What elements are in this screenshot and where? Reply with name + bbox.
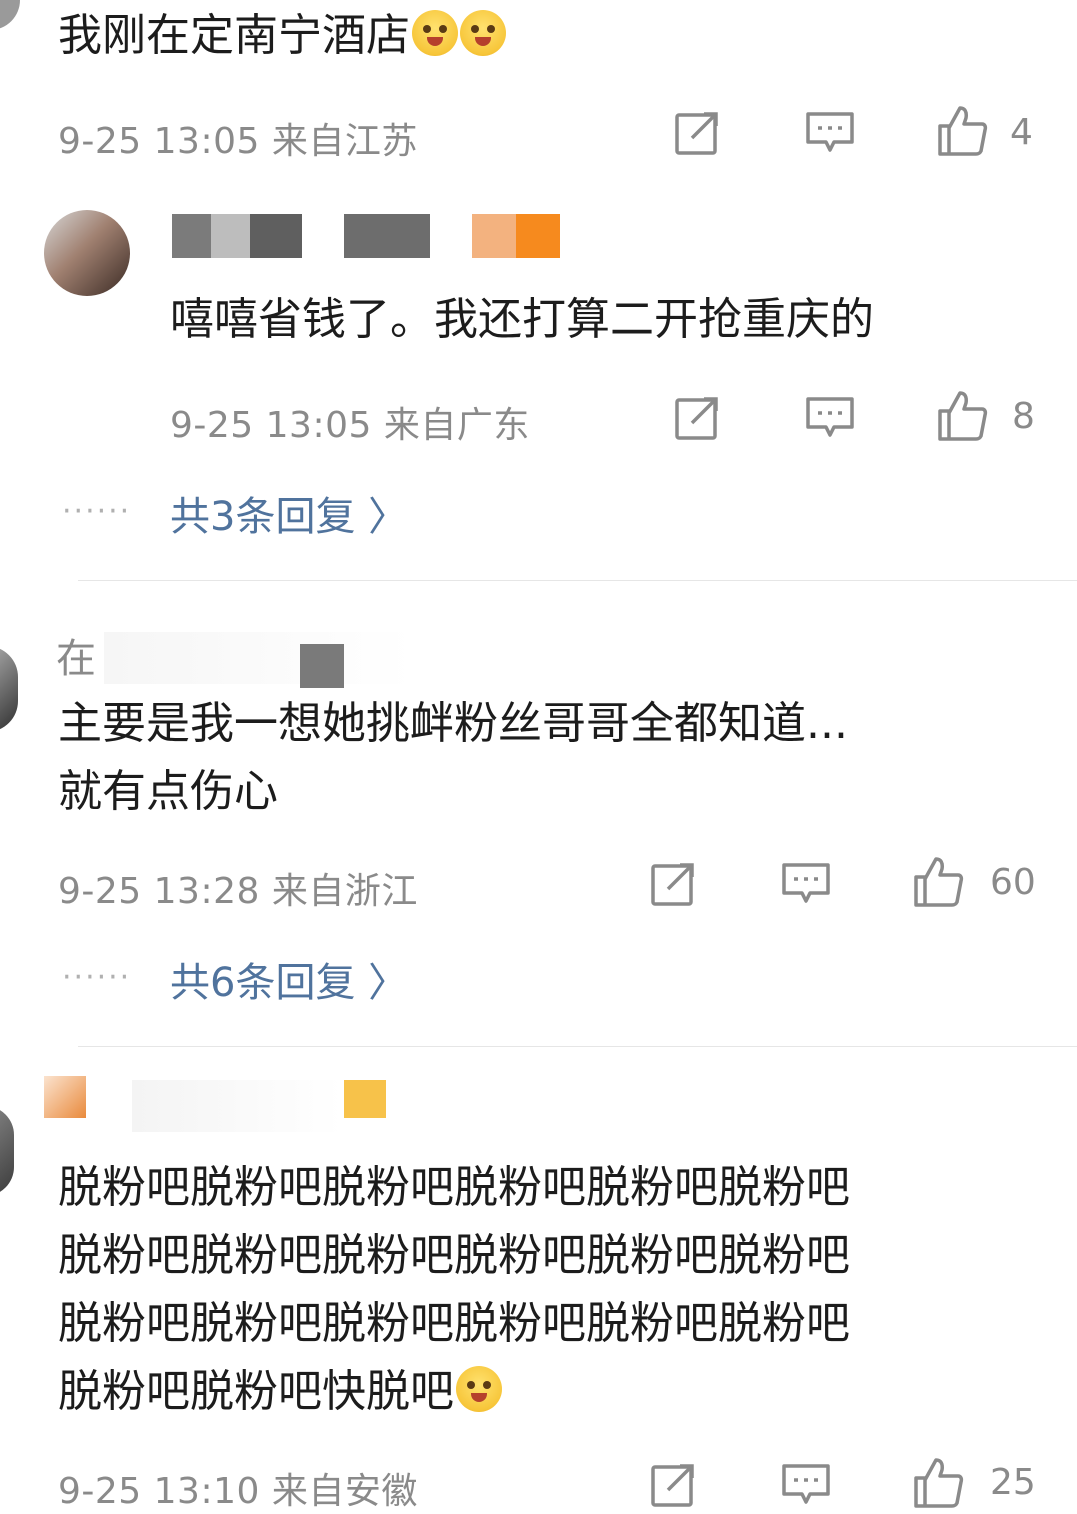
timestamp: 9-25 13:10 bbox=[58, 1471, 260, 1512]
comment-text-line: 主要是我一想她挑衅粉丝哥哥全都知道... bbox=[58, 698, 848, 749]
username-partial: 在 bbox=[56, 636, 96, 682]
divider bbox=[78, 580, 1077, 581]
avatar[interactable] bbox=[0, 646, 18, 732]
location: 来自广东 bbox=[383, 405, 530, 446]
username-redacted[interactable] bbox=[172, 214, 562, 258]
location: 来自江苏 bbox=[271, 121, 418, 162]
comment-icon[interactable] bbox=[780, 1458, 832, 1510]
like-count: 8 bbox=[1012, 396, 1035, 437]
comment-text-line: 脱粉吧脱粉吧脱粉吧脱粉吧脱粉吧脱粉吧 bbox=[58, 1298, 850, 1349]
thumbs-up-icon[interactable] bbox=[912, 855, 964, 907]
comment-text-line: 脱粉吧脱粉吧快脱吧 bbox=[58, 1358, 502, 1426]
thumbs-up-icon[interactable] bbox=[912, 1456, 964, 1508]
comment-meta: 9-25 13:05 来自广东 bbox=[170, 396, 530, 448]
like-count: 25 bbox=[990, 1462, 1036, 1503]
like-count: 4 bbox=[1010, 112, 1033, 153]
comment-text-line: 就有点伤心 bbox=[58, 766, 278, 817]
timestamp: 9-25 13:05 bbox=[170, 405, 372, 446]
view-replies-link[interactable]: 共6条回复 〉 bbox=[170, 950, 408, 1008]
share-icon[interactable] bbox=[648, 1458, 700, 1510]
comment-text: 我刚在定南宁酒店 bbox=[58, 2, 506, 70]
avatar[interactable] bbox=[44, 210, 130, 296]
location: 来自安徽 bbox=[271, 1471, 418, 1512]
comment-text-line: 脱粉吧脱粉吧脱粉吧脱粉吧脱粉吧脱粉吧 bbox=[58, 1162, 850, 1213]
share-icon[interactable] bbox=[648, 857, 700, 909]
avatar[interactable] bbox=[0, 0, 20, 30]
comment-text-line: 脱粉吧脱粉吧脱粉吧脱粉吧脱粉吧脱粉吧 bbox=[58, 1230, 850, 1281]
divider bbox=[78, 1046, 1077, 1047]
avatar[interactable] bbox=[0, 1106, 14, 1196]
username-redacted[interactable] bbox=[44, 1076, 394, 1136]
comment-icon[interactable] bbox=[804, 391, 856, 443]
share-icon[interactable] bbox=[672, 106, 724, 158]
view-replies-link[interactable]: 共3条回复 〉 bbox=[170, 484, 408, 542]
timestamp: 9-25 13:28 bbox=[58, 871, 260, 912]
location: 来自浙江 bbox=[271, 871, 418, 912]
comment-text: 嘻嘻省钱了。我还打算二开抢重庆的 bbox=[170, 294, 874, 345]
username-redacted[interactable]: 在 bbox=[56, 626, 436, 690]
comment-meta: 9-25 13:28 来自浙江 bbox=[58, 862, 418, 914]
like-count: 60 bbox=[990, 862, 1036, 903]
share-icon[interactable] bbox=[672, 391, 724, 443]
comment-icon[interactable] bbox=[804, 106, 856, 158]
reply-dots: ······ bbox=[62, 494, 132, 529]
blush-emoji-icon bbox=[460, 10, 506, 56]
comment-meta: 9-25 13:05 来自江苏 bbox=[58, 112, 418, 164]
comment-icon[interactable] bbox=[780, 857, 832, 909]
blush-emoji-icon bbox=[412, 10, 458, 56]
thumbs-up-icon[interactable] bbox=[936, 104, 988, 156]
reply-dots: ······ bbox=[62, 960, 132, 995]
smile-emoji-icon bbox=[456, 1366, 502, 1412]
thumbs-up-icon[interactable] bbox=[936, 389, 988, 441]
timestamp: 9-25 13:05 bbox=[58, 121, 260, 162]
comment-meta: 9-25 13:10 来自安徽 bbox=[58, 1462, 418, 1514]
